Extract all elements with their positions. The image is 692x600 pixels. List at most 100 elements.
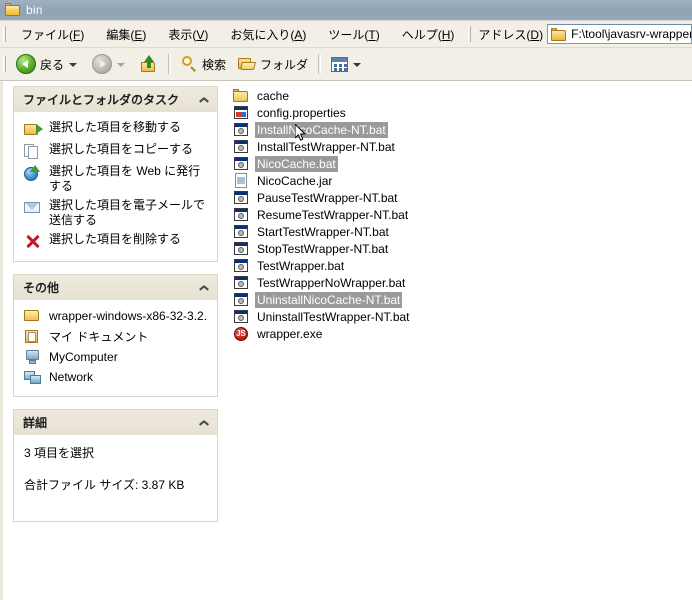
task-pane: ファイルとフォルダのタスク 選択した項目を移動する 選択した項目をコピーする 選… — [3, 81, 225, 600]
panel-details-title: 詳細 — [23, 416, 48, 430]
panel-details: 詳細 3 項目を選択 合計ファイル サイズ: 3.87 KB — [13, 409, 218, 522]
menu-grip[interactable] — [3, 26, 6, 42]
chevron-up-icon[interactable] — [198, 416, 211, 429]
list-item[interactable]: InstallNicoCache-NT.bat — [229, 121, 692, 138]
forward-dropdown-icon[interactable] — [117, 63, 126, 67]
list-item[interactable]: NicoCache.bat — [229, 155, 692, 172]
menu-file-label: ファイル( — [21, 27, 73, 42]
address-input[interactable]: F:\tool\javasrv-wrapper\wrapper-windows-… — [547, 24, 692, 44]
views-button[interactable] — [325, 51, 370, 77]
list-item[interactable]: NicoCache.jar — [229, 172, 692, 189]
menu-edit[interactable]: 編集(E) — [95, 23, 157, 46]
title-bar: bin — [0, 0, 692, 21]
list-item[interactable]: config.properties — [229, 104, 692, 121]
task-copy-selected-label: 選択した項目をコピーする — [49, 142, 194, 156]
place-network[interactable]: Network — [24, 367, 209, 387]
panel-other-places-body: wrapper-windows-x86-32-3.2. マイ ドキュメント My… — [14, 300, 217, 396]
list-item-label: InstallNicoCache-NT.bat — [255, 121, 388, 138]
task-delete-selected[interactable]: 選択した項目を削除する — [24, 230, 209, 252]
place-my-documents-label: マイ ドキュメント — [49, 330, 149, 344]
menu-edit-label: 編集( — [106, 27, 135, 42]
back-dropdown-icon[interactable] — [69, 63, 78, 67]
batch-file-icon — [233, 241, 249, 256]
search-button-label: 検索 — [202, 57, 227, 72]
task-copy-selected[interactable]: 選択した項目をコピーする — [24, 140, 209, 162]
list-item[interactable]: InstallTestWrapper-NT.bat — [229, 138, 692, 155]
back-button[interactable]: 戻る — [10, 51, 86, 77]
place-parent-folder[interactable]: wrapper-windows-x86-32-3.2. — [24, 306, 209, 326]
menu-edit-tail: ) — [142, 27, 147, 42]
folders-button[interactable]: フォルダ — [232, 51, 314, 77]
address-zone: アドレス(D) F:\tool\javasrv-wrapper\wrapper-… — [465, 21, 692, 47]
menu-bar: ファイル(F) 編集(E) 表示(V) お気に入り(A) ツール(T) ヘルプ(… — [0, 21, 692, 48]
panel-file-folder-tasks: ファイルとフォルダのタスク 選択した項目を移動する 選択した項目をコピーする 選… — [13, 86, 218, 262]
magnifier-icon — [181, 55, 198, 73]
chevron-up-icon[interactable] — [198, 281, 211, 294]
list-item[interactable]: TestWrapperNoWrapper.bat — [229, 274, 692, 291]
explorer-window: bin ファイル(F) 編集(E) 表示(V) お気に入り(A) ツール(T) … — [0, 0, 692, 600]
panel-details-header[interactable]: 詳細 — [14, 410, 217, 435]
task-email-selected[interactable]: 選択した項目を電子メールで送信する — [24, 196, 209, 230]
batch-file-icon — [233, 207, 249, 222]
list-item[interactable]: PauseTestWrapper-NT.bat — [229, 189, 692, 206]
file-list[interactable]: cache config.properties InstallNicoCache… — [225, 81, 692, 600]
task-publish-web[interactable]: 選択した項目を Web に発行する — [24, 162, 209, 196]
batch-file-icon — [233, 309, 249, 324]
address-grip[interactable] — [468, 26, 472, 42]
task-delete-selected-label: 選択した項目を削除する — [49, 232, 182, 246]
folder-icon — [5, 3, 21, 17]
list-item-label: StartTestWrapper-NT.bat — [257, 224, 389, 239]
folder-icon — [551, 27, 567, 41]
list-item-label: UninstallTestWrapper-NT.bat — [257, 309, 410, 324]
details-total-size: 合計ファイル サイズ: 3.87 KB — [24, 478, 185, 492]
batch-file-icon — [233, 190, 249, 205]
menu-view[interactable]: 表示(V) — [157, 23, 219, 46]
chevron-up-icon[interactable] — [198, 93, 211, 106]
email-item-icon — [24, 199, 42, 216]
list-item[interactable]: UninstallNicoCache-NT.bat — [229, 291, 692, 308]
menu-favorites[interactable]: お気に入り(A) — [219, 23, 317, 46]
list-item[interactable]: JS wrapper.exe — [229, 325, 692, 342]
panel-other-places-header[interactable]: その他 — [14, 275, 217, 300]
back-button-label: 戻る — [40, 57, 65, 72]
menu-tools-accel: T — [368, 27, 376, 42]
views-icon — [331, 56, 349, 72]
list-item[interactable]: ResumeTestWrapper-NT.bat — [229, 206, 692, 223]
forward-button[interactable] — [86, 51, 134, 77]
task-move-selected[interactable]: 選択した項目を移動する — [24, 118, 209, 140]
list-item[interactable]: UninstallTestWrapper-NT.bat — [229, 308, 692, 325]
menu-help[interactable]: ヘルプ(H) — [391, 23, 466, 46]
views-dropdown-icon[interactable] — [353, 63, 362, 67]
toolbar: 戻る 検索 フォルダ — [0, 48, 692, 81]
panel-file-folder-tasks-header[interactable]: ファイルとフォルダのタスク — [14, 87, 217, 112]
toolbar-grip[interactable] — [3, 56, 6, 72]
toolbar-separator — [168, 54, 172, 74]
my-documents-icon — [24, 329, 42, 345]
place-my-computer-label: MyComputer — [49, 350, 118, 364]
address-label-tail: ) — [539, 27, 544, 42]
menu-help-tail: ) — [450, 27, 455, 42]
batch-file-icon — [233, 122, 249, 137]
list-item[interactable]: cache — [229, 87, 692, 104]
list-item[interactable]: TestWrapper.bat — [229, 257, 692, 274]
menu-file[interactable]: ファイル(F) — [10, 23, 95, 46]
jar-file-icon — [233, 173, 249, 188]
task-email-selected-label: 選択した項目を電子メールで送信する — [49, 198, 206, 227]
open-folder-icon — [238, 57, 256, 72]
list-item[interactable]: StopTestWrapper-NT.bat — [229, 240, 692, 257]
menu-help-label: ヘルプ( — [401, 27, 442, 42]
publish-web-icon — [24, 165, 42, 182]
menu-favorites-tail: ) — [302, 27, 307, 42]
panel-file-folder-tasks-body: 選択した項目を移動する 選択した項目をコピーする 選択した項目を Web に発行… — [14, 112, 217, 261]
search-button[interactable]: 検索 — [175, 51, 232, 77]
list-item-label: wrapper.exe — [257, 326, 323, 341]
list-item-label: StopTestWrapper-NT.bat — [257, 241, 389, 256]
menu-tools[interactable]: ツール(T) — [317, 23, 390, 46]
up-button[interactable] — [134, 51, 164, 77]
place-my-computer[interactable]: MyComputer — [24, 347, 209, 367]
address-label: アドレス(D) — [475, 26, 547, 43]
place-my-documents[interactable]: マイ ドキュメント — [24, 326, 209, 347]
folders-button-label: フォルダ — [260, 57, 309, 72]
folder-icon — [233, 88, 249, 103]
list-item[interactable]: StartTestWrapper-NT.bat — [229, 223, 692, 240]
